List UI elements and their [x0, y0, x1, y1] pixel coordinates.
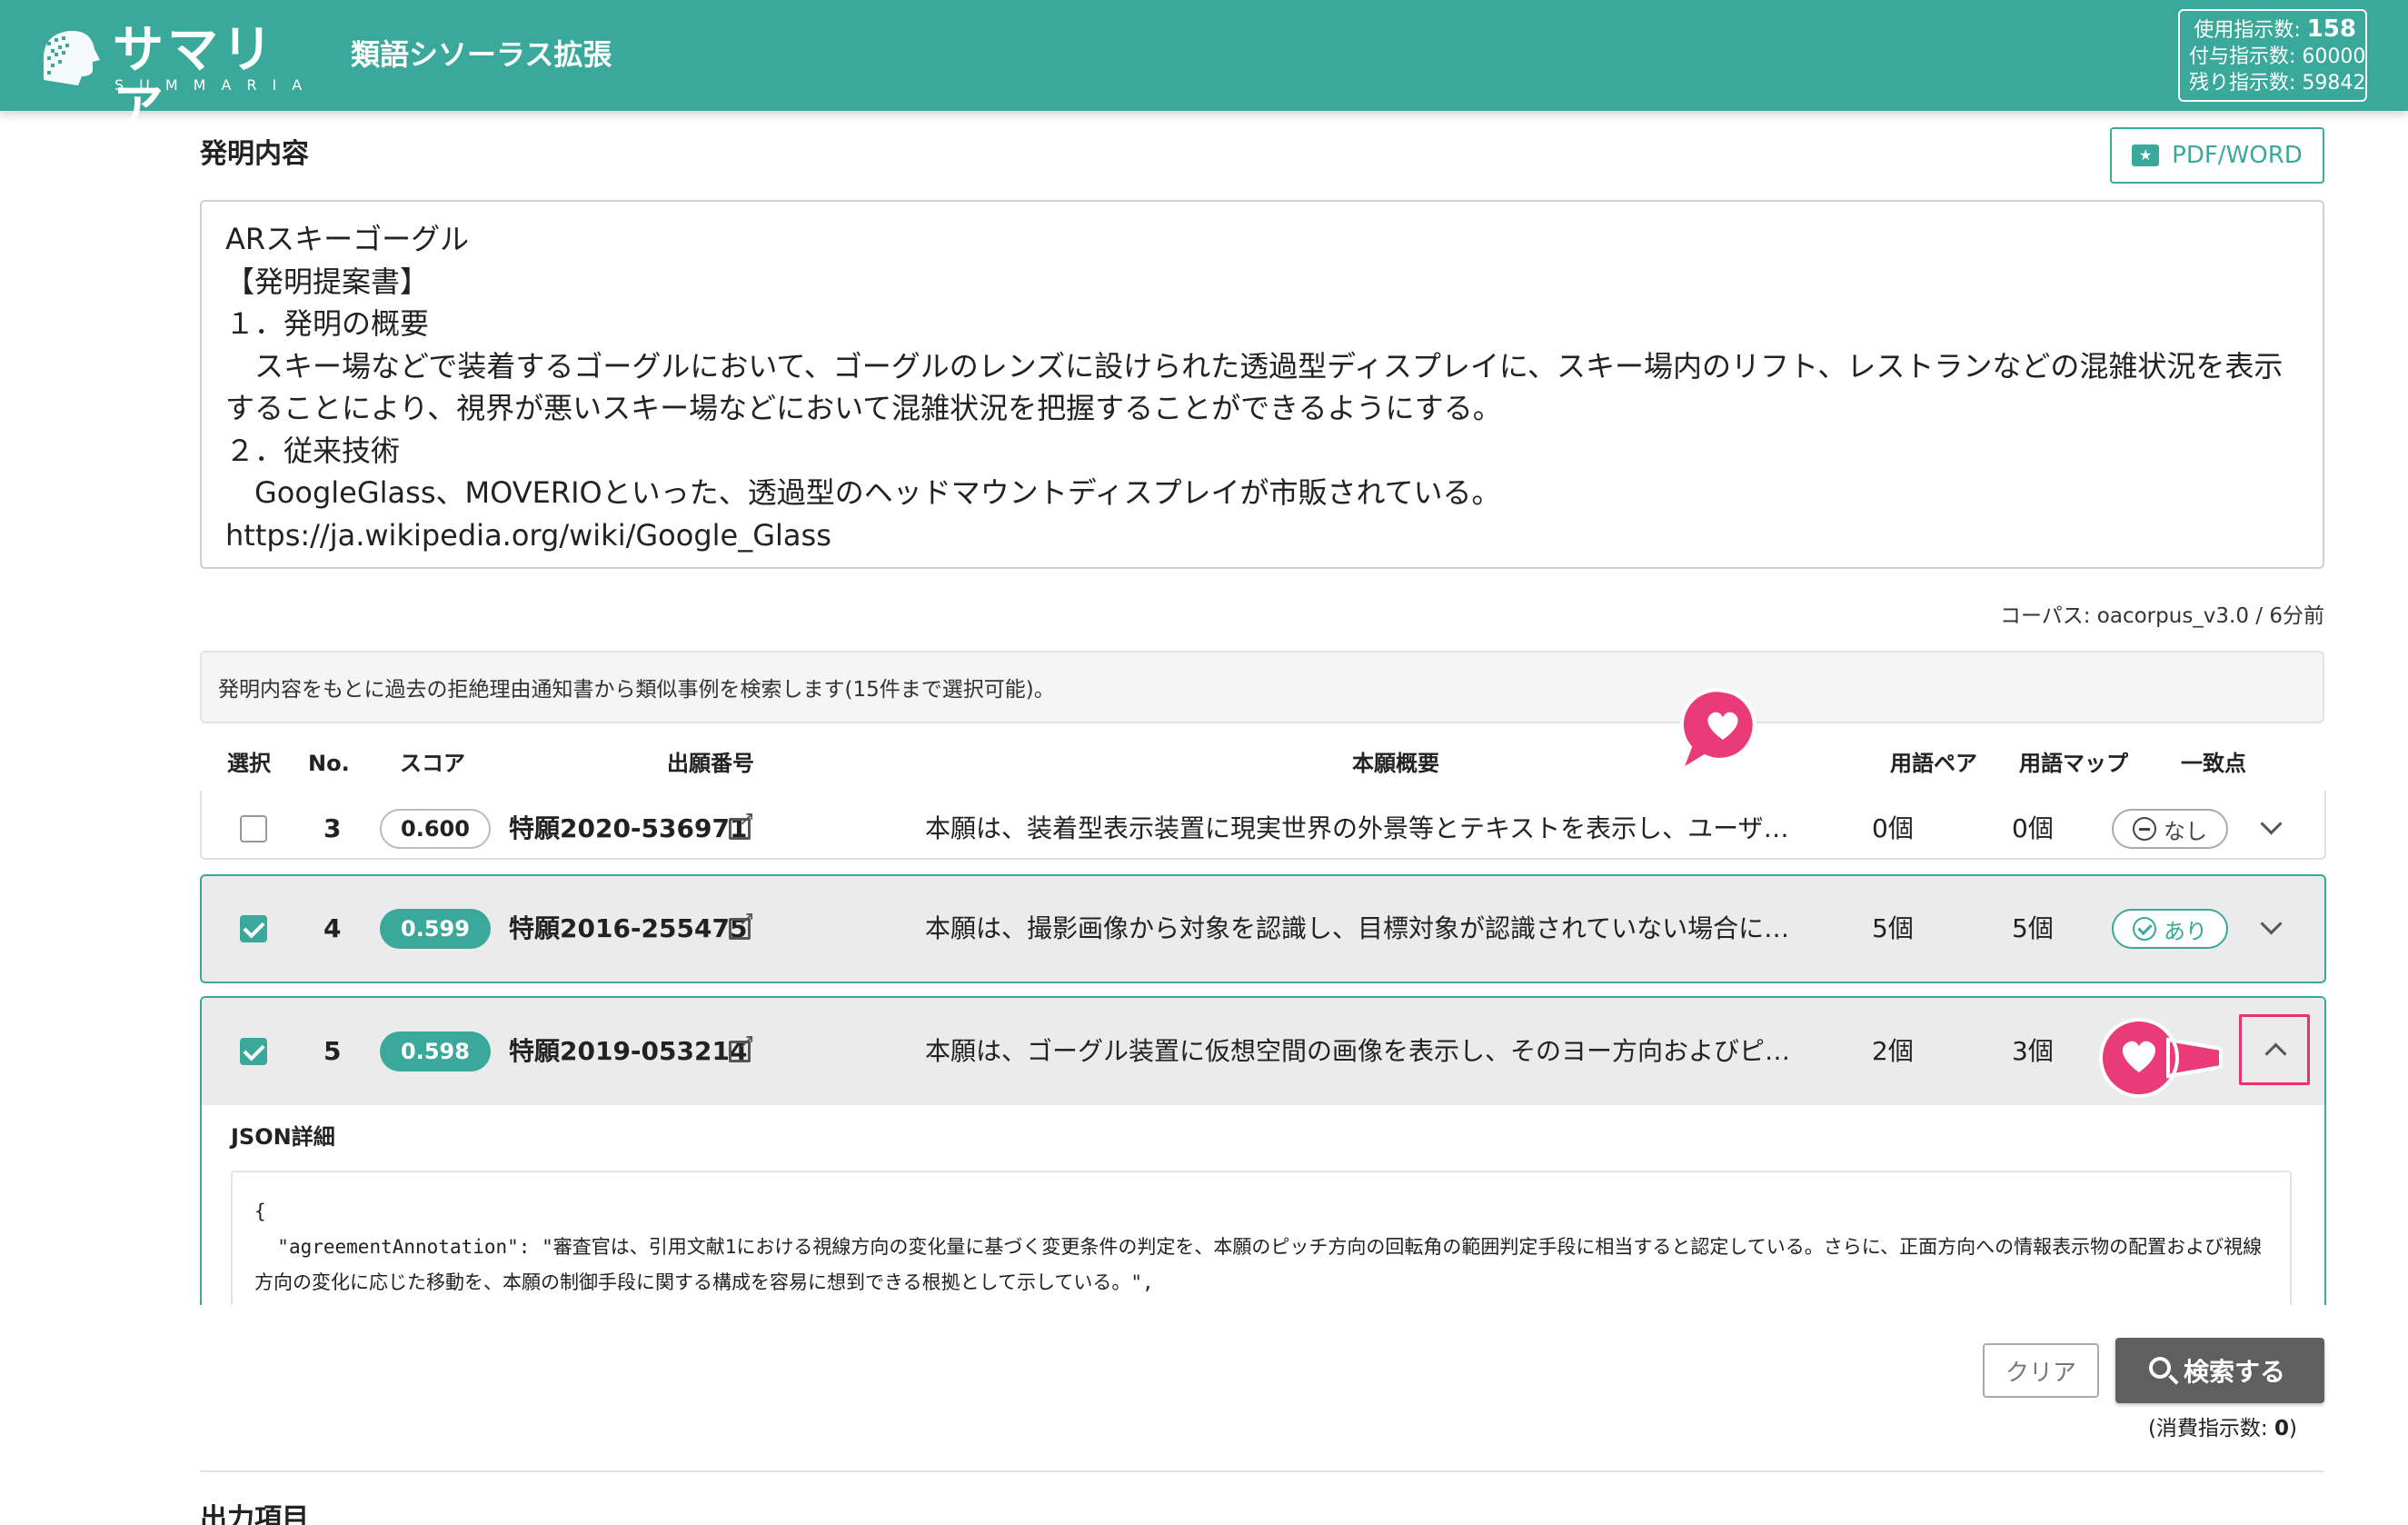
usage-counter: 使用指示数: 158 付与指示数: 60000 残り指示数: 59842 — [2178, 9, 2367, 102]
header-score: スコア — [400, 751, 465, 776]
match-badge: あり — [2112, 909, 2228, 949]
external-link-icon[interactable] — [729, 1032, 755, 1062]
chevron-down-icon[interactable] — [2257, 814, 2284, 832]
term-map-count: 5個 — [2012, 913, 2054, 943]
check-circle-icon — [2133, 917, 2156, 941]
header-match: 一致点 — [2181, 751, 2246, 776]
term-pair-count: 5個 — [1872, 913, 1914, 943]
row-checkbox[interactable] — [240, 815, 267, 842]
row-no: 4 — [323, 913, 342, 943]
row-summary: 本願は、撮影画像から対象を認識し、目標対象が認識されていない場合に… — [925, 913, 1790, 943]
pdf-word-label: PDF/WORD — [2172, 142, 2303, 169]
term-map-count: 0個 — [2012, 813, 2054, 843]
search-button-label: 検索する — [2183, 1357, 2285, 1387]
results-list[interactable]: 3 0.600 特願2020-536971 本願は、装着型表示装置に現実世界の外… — [200, 791, 2326, 1305]
row-checkbox[interactable] — [240, 1038, 267, 1065]
invention-textarea[interactable]: ARスキーゴーグル 【発明提案書】 １．発明の概要 スキー場などで装着するゴーグ… — [200, 200, 2324, 569]
external-link-icon[interactable] — [729, 810, 755, 840]
clear-button[interactable]: クリア — [1983, 1343, 2099, 1398]
folder-star-icon — [2132, 145, 2160, 166]
score-badge: 0.599 — [380, 909, 491, 949]
invention-title: 発明内容 — [200, 138, 309, 170]
row-checkbox[interactable] — [240, 915, 267, 942]
table-row-expanded[interactable]: 5 0.598 特願2019-053214 本願は、ゴーグル装置に仮想空間の画像… — [200, 996, 2326, 1305]
row-summary: 本願は、ゴーグル装置に仮想空間の画像を表示し、そのヨー方向およびピ… — [925, 1036, 1791, 1066]
term-pair-count: 2個 — [1872, 1036, 1914, 1066]
search-icon — [2148, 1357, 2171, 1379]
header-summary: 本願概要 — [1352, 751, 1439, 776]
term-pair-count: 0個 — [1872, 813, 1914, 843]
json-detail-box[interactable]: { "agreementAnnotation": "審査官は、引用文献1における… — [231, 1171, 2292, 1305]
header-term-map: 用語マップ — [2019, 751, 2128, 776]
match-badge: なし — [2112, 809, 2228, 849]
row-summary: 本願は、装着型表示装置に現実世界の外景等とテキストを表示し、ユーザ… — [925, 813, 1789, 843]
search-button[interactable]: 検索する — [2115, 1338, 2324, 1403]
section-divider — [200, 1470, 2324, 1472]
term-map-count: 3個 — [2012, 1036, 2054, 1066]
app-number: 特願2016-255475 — [509, 913, 748, 943]
heart-pin-icon — [1677, 688, 1756, 774]
row-no: 3 — [323, 813, 342, 843]
usage-remaining: 残り指示数: 59842 — [2189, 72, 2366, 95]
usage-granted: 付与指示数: 60000 — [2189, 45, 2366, 68]
header-no: No. — [308, 751, 350, 776]
chevron-down-icon[interactable] — [2257, 914, 2284, 932]
consumed-count: (消費指示数: 0) — [2147, 1417, 2297, 1440]
table-row[interactable]: 3 0.600 特願2020-536971 本願は、装着型表示装置に現実世界の外… — [200, 791, 2326, 860]
logo-subtext: SUMMARIA — [114, 76, 318, 94]
app-title: 類語シソーラス拡張 — [351, 37, 612, 72]
head-profile-icon — [43, 30, 100, 85]
score-badge: 0.598 — [380, 1032, 491, 1071]
usage-used: 使用指示数: 158 — [2194, 15, 2356, 43]
row-no: 5 — [323, 1036, 342, 1066]
json-detail-label: JSON詳細 — [231, 1124, 335, 1150]
external-link-icon[interactable] — [729, 910, 755, 940]
search-info-box: 発明内容をもとに過去の拒絶理由通知書から類似事例を検索します(15件まで選択可能… — [200, 651, 2324, 723]
header-app-no: 出願番号 — [667, 751, 754, 776]
minus-circle-icon — [2133, 817, 2156, 841]
score-badge: 0.600 — [380, 809, 491, 849]
pdf-word-button[interactable]: PDF/WORD — [2110, 127, 2324, 184]
app-number: 特願2020-536971 — [509, 813, 748, 843]
header-select: 選択 — [227, 751, 271, 776]
summaria-logo[interactable]: サマリア SUMMARIA — [35, 22, 302, 138]
corpus-info: コーパス: oacorpus_v3.0 / 6分前 — [1999, 604, 2324, 628]
chevron-up-icon[interactable] — [2239, 1014, 2310, 1085]
app-number: 特願2019-053214 — [509, 1036, 748, 1066]
output-title: 出力項目 — [200, 1503, 309, 1525]
header-term-pair: 用語ペア — [1890, 751, 1977, 776]
table-row[interactable]: 4 0.599 特願2016-255475 本願は、撮影画像から対象を認識し、目… — [200, 874, 2326, 983]
app-header: サマリア SUMMARIA 類語シソーラス拡張 使用指示数: 158 付与指示数… — [0, 0, 2408, 138]
heart-pin-icon — [2099, 1017, 2223, 1099]
